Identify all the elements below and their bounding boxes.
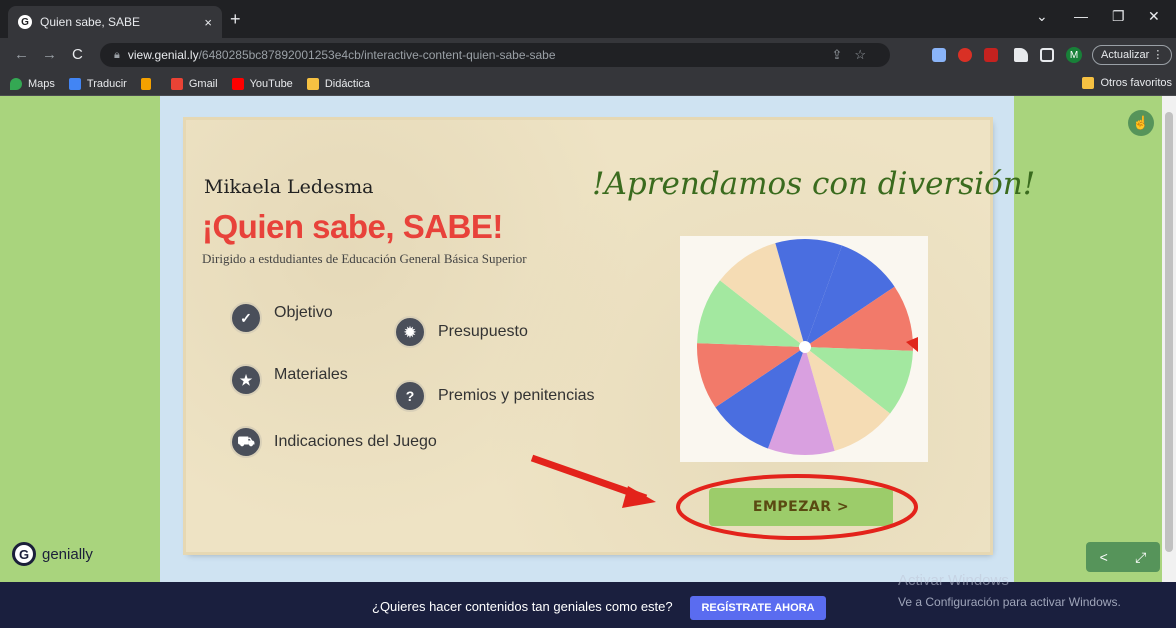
gmail-icon [170, 77, 183, 90]
minimize-icon[interactable]: — [1074, 8, 1088, 24]
bookmark-label: Traducir [86, 77, 127, 90]
bookmark-folder-didactica[interactable]: Didáctica [306, 77, 371, 90]
folder-icon [1082, 77, 1095, 89]
roulette-wheel-card[interactable] [680, 236, 928, 462]
right-margin [1014, 96, 1162, 582]
bookmark-gmail[interactable]: Gmail [170, 77, 218, 90]
author-name: Mikaela Ledesma [204, 176, 374, 198]
share-icon[interactable]: < [1100, 549, 1108, 565]
genially-logo-text: genially [42, 545, 93, 563]
bookmarks-bar: Maps Traducir Gmail YouTube Didáctica Ot… [0, 72, 1176, 96]
menu-materiales[interactable]: ★ Materiales [230, 364, 348, 396]
back-icon[interactable]: ← [14, 46, 29, 63]
close-tab-icon[interactable]: × [204, 15, 212, 30]
check-icon: ✓ [230, 302, 262, 334]
url-field[interactable]: 🔒︎ view.genial.ly /6480285bc87892001253e… [100, 43, 890, 67]
extensions-puzzle-icon[interactable] [1014, 48, 1028, 62]
star-icon: ★ [230, 364, 262, 396]
bookmark-translate[interactable]: Traducir [68, 77, 127, 90]
tab-search-icon[interactable]: ⌄ [1036, 8, 1048, 25]
folder-icon [306, 77, 319, 90]
page-scrollbar[interactable] [1162, 96, 1176, 582]
bookmark-orange-icon [140, 77, 151, 90]
profile-avatar[interactable]: M [1066, 47, 1082, 63]
reload-icon[interactable]: C [72, 46, 83, 63]
menu-label: Indicaciones del Juego [274, 433, 437, 450]
footer-prompt: ¿Quieres hacer contenidos tan geniales c… [372, 599, 673, 614]
update-button[interactable]: Actualizar ⋮ [1092, 45, 1173, 65]
tab-bar: G Quien sabe, SABE × + ⌄ — ❐ ✕ [0, 0, 1176, 38]
youtube-icon [231, 77, 244, 90]
scrollbar-thumb[interactable] [1165, 112, 1173, 552]
menu-label: Presupuesto [438, 323, 528, 340]
menu-label: Premios y penitencias [438, 387, 595, 404]
bookmark-label: YouTube [249, 77, 293, 90]
bookmark-label: Didáctica [324, 77, 371, 90]
menu-indicaciones[interactable]: ⛟ Indicaciones del Juego [230, 426, 437, 458]
genially-logo[interactable]: G genially [12, 542, 93, 566]
maps-icon [10, 77, 22, 90]
slide-title: ¡Quien sabe, SABE! [202, 208, 503, 245]
roulette-wheel[interactable] [680, 236, 928, 462]
left-margin [0, 96, 160, 582]
menu-label: Materiales [274, 366, 348, 383]
slide-subtitle: Dirigido a estdudiantes de Educación Gen… [202, 251, 527, 266]
forward-icon[interactable]: → [42, 46, 57, 63]
restore-icon[interactable]: ❐ [1112, 8, 1125, 25]
other-bookmarks-label: Otros favoritos [1100, 77, 1172, 89]
close-window-icon[interactable]: ✕ [1148, 8, 1160, 25]
bookmark-maps[interactable]: Maps [10, 77, 55, 90]
extension-red-icon[interactable] [958, 48, 972, 62]
slide-headline: !Aprendamos con diversión! [592, 166, 1036, 202]
viewer-controls: < ⤢ [1086, 542, 1160, 572]
menu-presupuesto[interactable]: ✹ Presupuesto [394, 316, 528, 348]
activate-windows-title: Activar Windows [898, 572, 1009, 589]
bookmark-misc[interactable] [140, 77, 157, 90]
extension-tp-icon[interactable] [984, 48, 998, 62]
genially-favicon-icon: G [18, 15, 32, 29]
register-button[interactable]: REGÍSTRATE AHORA [690, 596, 826, 620]
menu-premios[interactable]: ? Premios y penitencias [394, 380, 595, 412]
other-bookmarks[interactable]: Otros favoritos [1082, 77, 1172, 89]
update-label: Actualizar [1101, 49, 1150, 61]
new-tab-button[interactable]: + [230, 10, 241, 28]
address-bar: ← → C 🔒︎ view.genial.ly /6480285bc878920… [0, 38, 1176, 72]
browser-tab[interactable]: G Quien sabe, SABE × [8, 6, 222, 38]
cart-icon: ⛟ [230, 426, 262, 458]
wheel-center [799, 341, 811, 353]
genially-viewer: Mikaela Ledesma ¡Quien sabe, SABE! Dirig… [0, 96, 1176, 582]
start-button[interactable]: EMPEZAR > [709, 488, 893, 526]
bookmark-label: Maps [28, 77, 55, 90]
side-panel-icon[interactable] [1040, 48, 1054, 62]
bookmark-youtube[interactable]: YouTube [231, 77, 293, 90]
extension-doc-icon[interactable] [932, 48, 946, 62]
lock-icon: 🔒︎ [114, 48, 120, 61]
translate-icon [68, 77, 81, 90]
menu-label: Objetivo [274, 304, 333, 321]
question-icon: ? [394, 380, 426, 412]
tab-title: Quien sabe, SABE [40, 15, 141, 29]
url-host: view.genial.ly [127, 48, 199, 62]
menu-objetivo[interactable]: ✓ Objetivo [230, 302, 333, 334]
genially-g-icon: G [12, 542, 36, 566]
touch-gesture-icon[interactable]: ☝ [1128, 110, 1154, 136]
url-path: /6480285bc87892001253e4cb/interactive-co… [198, 48, 556, 62]
activate-windows-subtitle: Ve a Configuración para activar Windows. [898, 595, 1121, 609]
gear-icon: ✹ [394, 316, 426, 348]
fullscreen-icon[interactable]: ⤢ [1135, 549, 1146, 566]
share-page-icon[interactable]: ⇪☆ [831, 47, 878, 63]
bookmark-label: Gmail [188, 77, 218, 90]
